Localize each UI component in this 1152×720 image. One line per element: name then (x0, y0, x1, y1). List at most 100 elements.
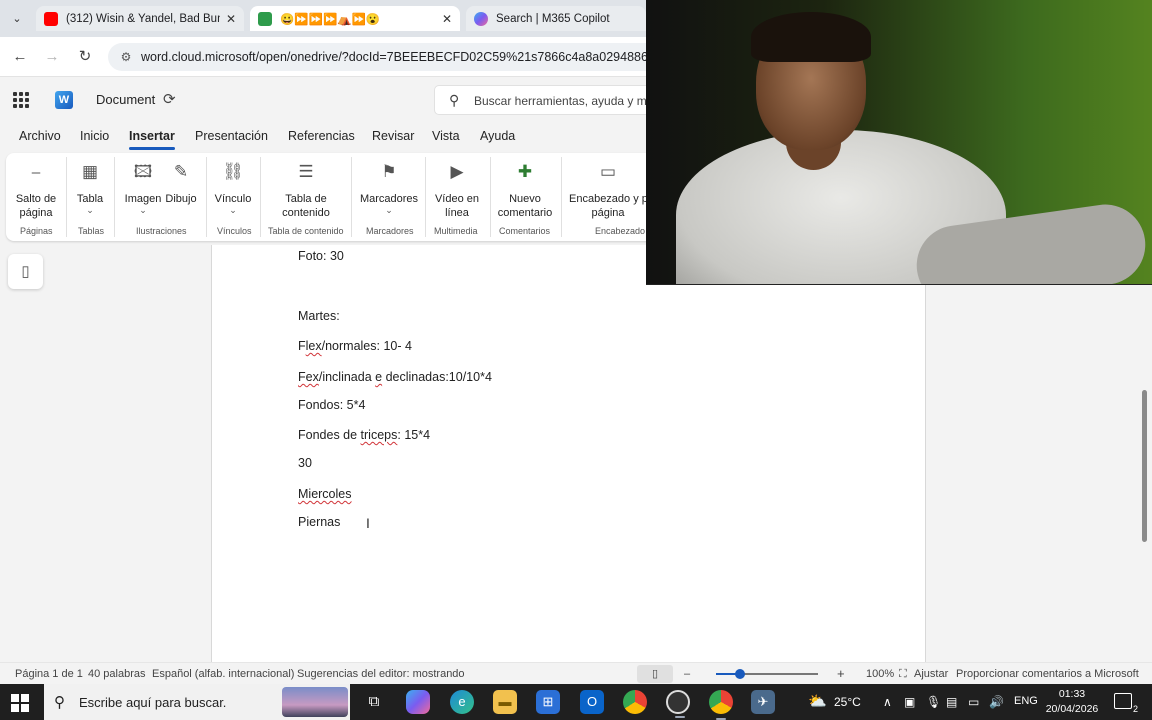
fit-button[interactable]: Ajustar (914, 668, 948, 680)
doc-line[interactable]: Fex/inclinada e declinadas:10/10*4 (298, 370, 492, 384)
zoom-level[interactable]: 100% (866, 668, 894, 680)
microphone-icon[interactable]: 🎙 (926, 695, 941, 709)
meet-now-icon[interactable]: ▣ (904, 695, 915, 709)
windows-taskbar: ⚲ Escribe aquí para buscar. ⧉ e ▬ ⊞ O ✈ … (0, 684, 1152, 720)
tab-title: (312) Wisin & Yandel, Bad Bunn (66, 12, 220, 25)
doc-line[interactable]: Martes: (298, 309, 340, 323)
app-icon[interactable]: ✈ (751, 690, 775, 714)
file-explorer-icon[interactable]: ▬ (493, 690, 517, 714)
close-tab-icon[interactable]: ✕ (442, 12, 452, 26)
obs-icon[interactable] (666, 690, 690, 718)
tab-search-menu-icon[interactable]: ⌄ (8, 10, 26, 28)
button-label: Tabla (76, 193, 104, 205)
zoom-out-button[interactable]: – (684, 668, 690, 680)
capture-icon[interactable]: ▤ (946, 695, 957, 709)
tab-ayuda[interactable]: Ayuda (480, 129, 515, 143)
microsoft-store-icon[interactable]: ⊞ (536, 690, 560, 714)
search-placeholder: Buscar herramientas, ayuda y m (474, 94, 647, 108)
table-button[interactable]: ▦ Tabla ⌄ (72, 161, 108, 215)
notification-center-icon[interactable]: 2 (1114, 693, 1139, 714)
misspelled-word[interactable]: Miercoles (298, 487, 352, 501)
windows-start-icon[interactable] (11, 694, 29, 712)
doc-line[interactable]: Foto: 30 (298, 249, 344, 263)
app-launcher-icon[interactable] (13, 92, 29, 108)
misspelled-word[interactable]: lex (306, 339, 322, 353)
image-button[interactable]: 🖾 Imagen ⌄ (124, 161, 162, 215)
document-title[interactable]: Document (96, 92, 155, 107)
browser-tab-document[interactable]: 😀⏩⏩⏩⛺⏩😮 ✕ (250, 6, 460, 31)
browser-tab-youtube[interactable]: (312) Wisin & Yandel, Bad Bunn ✕ (36, 6, 244, 31)
misspelled-word[interactable]: Fex (298, 370, 319, 384)
online-video-button[interactable]: ▶ Vídeo en línea (431, 161, 483, 220)
tab-vista[interactable]: Vista (432, 129, 460, 143)
zoom-in-button[interactable]: + (837, 666, 845, 681)
text-run: /normales: 10- 4 (321, 339, 412, 353)
show-hidden-icons[interactable]: ∧ (883, 695, 892, 709)
outlook-icon[interactable]: O (580, 690, 604, 714)
tab-presentacion[interactable]: Presentación (195, 129, 268, 143)
document-page[interactable]: Foto: 30 Martes: Flex/normales: 10- 4 Fe… (211, 245, 926, 662)
drawing-button[interactable]: ✎ Dibujo (163, 161, 199, 206)
zoom-slider-thumb[interactable] (735, 669, 746, 679)
group-label: Tablas (78, 226, 105, 236)
volume-icon[interactable]: 🔊 (989, 695, 1004, 709)
editor-suggestions[interactable]: Sugerencias del editor: mostrando (297, 668, 465, 680)
doc-line[interactable]: Miercoles (298, 487, 352, 501)
text-run: : 15*4 (397, 428, 431, 442)
misspelled-word[interactable]: triceps (361, 428, 398, 442)
feedback-link[interactable]: Proporcionar comentarios a Microsoft (956, 668, 1139, 680)
doc-line[interactable]: Fondes de triceps: 15*4 (298, 428, 430, 442)
chrome-active-icon[interactable] (709, 690, 733, 720)
task-view-icon[interactable]: ⧉ (362, 690, 386, 714)
link-button[interactable]: ⛓ Vínculo ⌄ (213, 161, 253, 215)
forward-arrow-icon[interactable]: → (42, 47, 62, 67)
chrome-icon[interactable] (623, 690, 647, 714)
sync-status-icon[interactable]: ⟳ (163, 90, 176, 108)
video-icon: ▶ (450, 162, 464, 181)
table-of-contents-button[interactable]: ☰ Tabla de contenido (272, 161, 340, 220)
weather-temp[interactable]: 25°C (834, 695, 861, 709)
new-comment-button[interactable]: ✚ Nuevo comentario (495, 161, 555, 220)
doc-line[interactable]: 30 (298, 456, 312, 470)
back-arrow-icon[interactable]: ← (10, 47, 30, 67)
word-logo-icon[interactable]: W (55, 91, 73, 109)
scrollbar-thumb[interactable] (1142, 390, 1147, 542)
search-highlight-image[interactable] (282, 687, 348, 717)
tab-revisar[interactable]: Revisar (372, 129, 414, 143)
text-run: declinadas:10/10*4 (382, 370, 492, 384)
close-tab-icon[interactable]: ✕ (226, 12, 236, 26)
zoom-slider[interactable] (716, 669, 818, 679)
tab-insertar[interactable]: Insertar (129, 129, 175, 150)
language-status[interactable]: Español (alfab. internacional) (152, 668, 294, 680)
view-mode-button[interactable]: ▯ (637, 665, 673, 683)
tab-archivo[interactable]: Archivo (19, 129, 61, 143)
url-text[interactable]: word.cloud.microsoft/open/onedrive/?docI… (141, 50, 669, 64)
site-info-icon[interactable]: ⚙ (118, 49, 134, 65)
webcam-overlay (646, 0, 1152, 285)
tab-referencias[interactable]: Referencias (288, 129, 355, 143)
group-divider (561, 157, 562, 237)
weather-icon[interactable]: ⛅ (808, 692, 827, 710)
system-clock[interactable]: 01:33 20/04/2026 (1040, 687, 1104, 717)
doc-favicon-icon (258, 11, 272, 26)
word-count[interactable]: 40 palabras (88, 668, 146, 680)
tell-me-search-box[interactable]: ⚲ Buscar herramientas, ayuda y m (434, 85, 674, 115)
reload-icon[interactable]: ↻ (75, 47, 95, 67)
doc-line[interactable]: Fondos: 5*4 (298, 398, 365, 412)
edge-icon[interactable]: e (450, 690, 474, 714)
doc-line[interactable]: Piernas (298, 515, 340, 529)
page-count[interactable]: Página 1 de 1 (15, 668, 83, 680)
browser-tab-copilot[interactable]: Search | M365 Copilot (466, 6, 646, 31)
header-footer-button[interactable]: ▭ Encabezado y p página (569, 161, 647, 220)
page-break-button[interactable]: ⎯ Salto de página (11, 161, 61, 220)
navigation-pane-icon[interactable]: ▯ (8, 254, 43, 289)
vertical-scrollbar[interactable] (1138, 245, 1152, 662)
copilot-app-icon[interactable] (406, 690, 430, 714)
fit-icon[interactable]: ⛶ (899, 668, 907, 681)
tab-inicio[interactable]: Inicio (80, 129, 109, 143)
doc-line[interactable]: Flex/normales: 10- 4 (298, 339, 412, 353)
input-language[interactable]: ENG (1014, 695, 1038, 707)
taskbar-search-box[interactable]: ⚲ Escribe aquí para buscar. (44, 684, 350, 720)
bookmarks-button[interactable]: ⚑ Marcadores ⌄ (358, 161, 420, 215)
network-icon[interactable]: ▭ (968, 695, 979, 709)
